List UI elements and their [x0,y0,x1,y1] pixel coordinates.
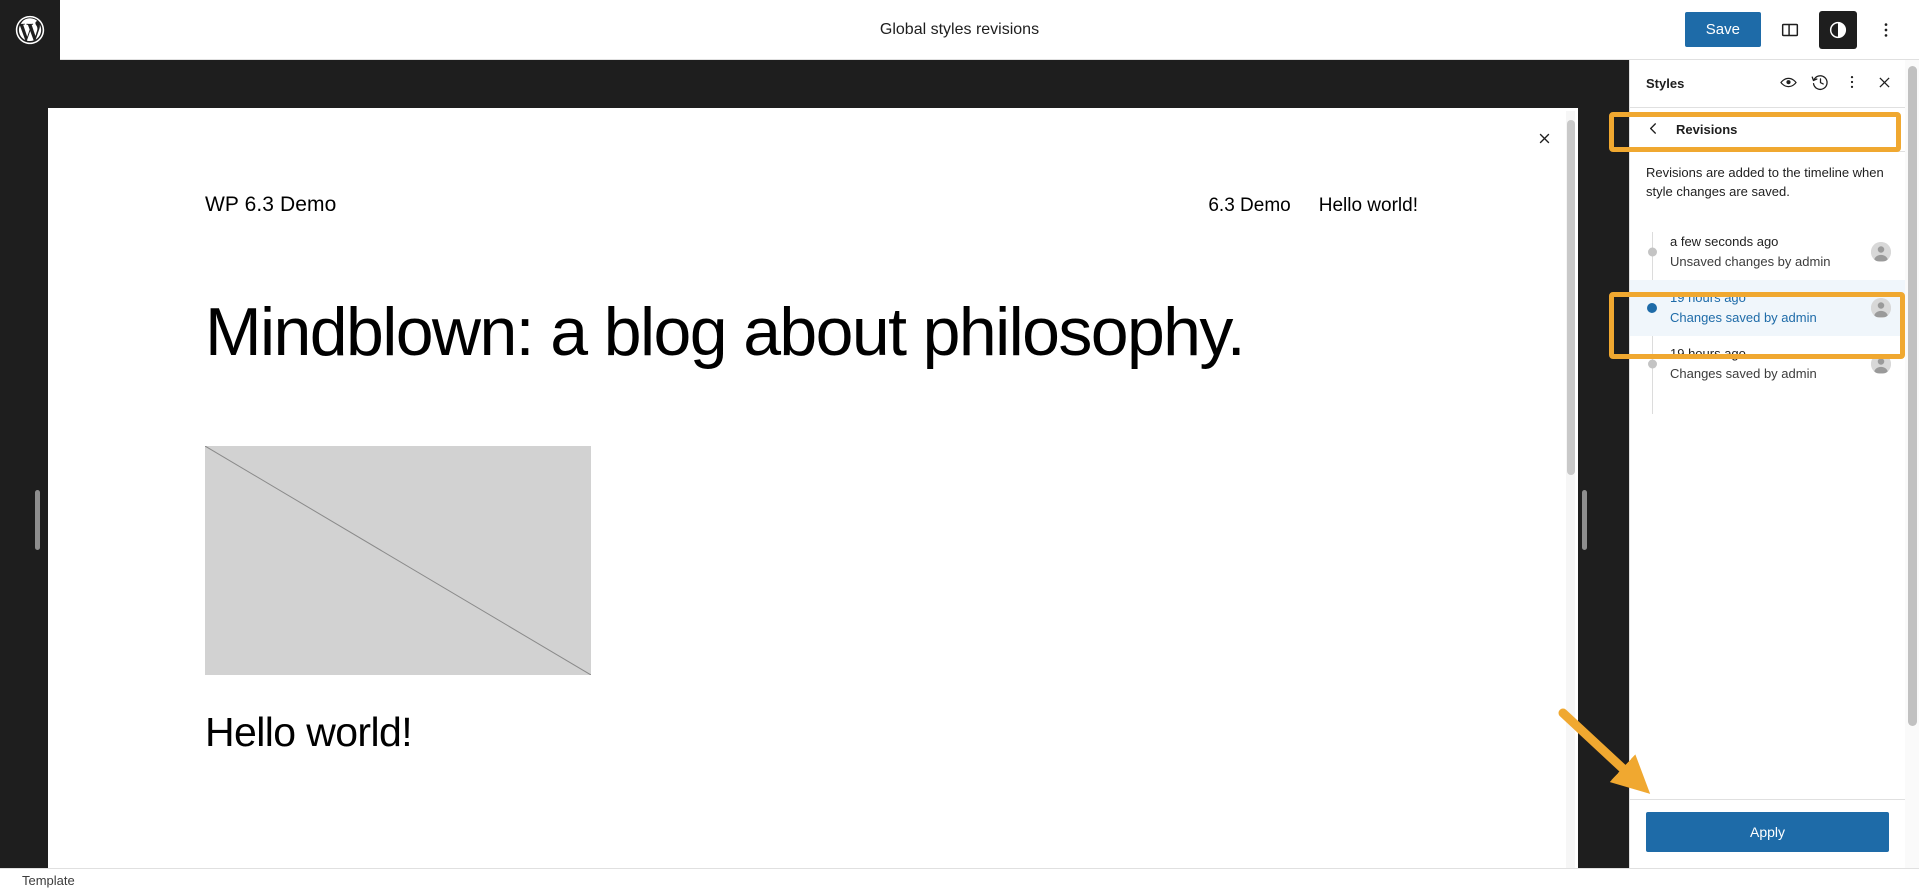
styles-sidebar: Styles Revisions Revisions are added to … [1629,60,1905,868]
styles-panel-title: Styles [1646,76,1685,91]
chevron-left-icon [1645,120,1662,140]
wordpress-logo-button[interactable] [0,0,60,60]
styles-close-button[interactable] [1869,69,1899,99]
revision-text-group: 19 hours ago Changes saved by admin [1670,288,1871,328]
revision-text-group: a few seconds ago Unsaved changes by adm… [1670,232,1871,272]
styles-header-actions [1773,69,1899,99]
canvas-scrollbar[interactable] [1566,111,1575,875]
canvas-scrollbar-thumb[interactable] [1567,120,1575,475]
eye-icon [1779,73,1798,95]
bottom-status-bar: Template [0,868,1919,892]
save-button[interactable]: Save [1684,12,1761,47]
document-type-label[interactable]: Template [22,873,75,888]
timeline-dot-icon [1648,359,1657,369]
sidebar-scrollbar[interactable] [1905,60,1919,868]
site-navigation: 6.3 Demo Hello world! [1208,195,1418,217]
page-title: Global styles revisions [879,20,1040,38]
nav-item-demo[interactable]: 6.3 Demo [1208,195,1290,217]
image-placeholder[interactable] [205,445,591,675]
timeline-dot-icon [1648,247,1657,257]
styles-toggle-button[interactable] [1819,10,1857,49]
canvas-resize-handle-left[interactable] [35,490,40,550]
canvas-close-button[interactable] [1530,126,1558,154]
three-dots-vertical-icon [1876,20,1896,40]
revision-timestamp: 19 hours ago [1670,289,1746,305]
sidebar-scrollbar-thumb[interactable] [1908,66,1917,726]
revisions-panel-header: Revisions [1630,108,1905,152]
editor-workspace: WP 6.3 Demo 6.3 Demo Hello world! Mindbl… [0,60,1919,878]
sidebar-toggle-button[interactable] [1771,11,1809,49]
user-avatar-icon [1871,298,1891,319]
revision-author-note: Unsaved changes by admin [1670,253,1831,269]
nav-item-hello-world[interactable]: Hello world! [1319,195,1418,217]
canvas-resize-handle-right[interactable] [1582,490,1587,550]
editor-canvas-area: WP 6.3 Demo 6.3 Demo Hello world! Mindbl… [0,60,1629,878]
revisions-back-button[interactable] [1638,115,1668,145]
panel-layout-icon [1779,19,1801,41]
revision-timestamp: 19 hours ago [1670,346,1746,362]
more-options-button[interactable] [1867,11,1905,49]
top-toolbar-actions: Save [1684,10,1919,49]
top-toolbar: Global styles revisions Save [0,0,1919,60]
timeline-dot-icon [1647,303,1657,314]
three-dots-vertical-icon [1843,73,1861,94]
revision-timestamp: a few seconds ago [1670,233,1779,249]
revision-author-note: Changes saved by admin [1670,310,1817,326]
site-title[interactable]: WP 6.3 Demo [205,193,336,217]
revision-list-item[interactable]: 19 hours ago Changes saved by admin [1630,279,1905,337]
styles-more-options-button[interactable] [1837,69,1867,99]
wordpress-logo-icon [13,13,47,47]
revisions-timeline-list: a few seconds ago Unsaved changes by adm… [1630,224,1905,799]
user-avatar-icon [1871,354,1891,375]
revisions-button[interactable] [1805,69,1835,99]
revision-text-group: 19 hours ago Changes saved by admin [1670,344,1871,384]
site-preview-frame: WP 6.3 Demo 6.3 Demo Hello world! Mindbl… [48,108,1578,878]
close-x-icon [1876,74,1893,94]
contrast-circle-icon [1827,19,1849,41]
apply-button[interactable]: Apply [1646,812,1889,852]
site-header: WP 6.3 Demo 6.3 Demo Hello world! [48,108,1578,217]
user-avatar-icon [1871,241,1891,262]
clock-history-icon [1811,73,1830,95]
revision-list-item[interactable]: a few seconds ago Unsaved changes by adm… [1630,224,1905,280]
post-title[interactable]: Mindblown: a blog about philosophy. [205,297,1578,368]
style-book-button[interactable] [1773,69,1803,99]
close-x-icon [1537,131,1552,149]
revisions-description: Revisions are added to the timeline when… [1646,165,1884,199]
styles-sidebar-header: Styles [1630,60,1905,108]
post-subtitle[interactable]: Hello world! [205,709,1578,756]
revision-author-note: Changes saved by admin [1670,366,1817,382]
revisions-title: Revisions [1676,122,1738,137]
revisions-footer: Apply [1630,799,1905,868]
revision-list-item[interactable]: 19 hours ago Changes saved by admin [1630,336,1905,392]
